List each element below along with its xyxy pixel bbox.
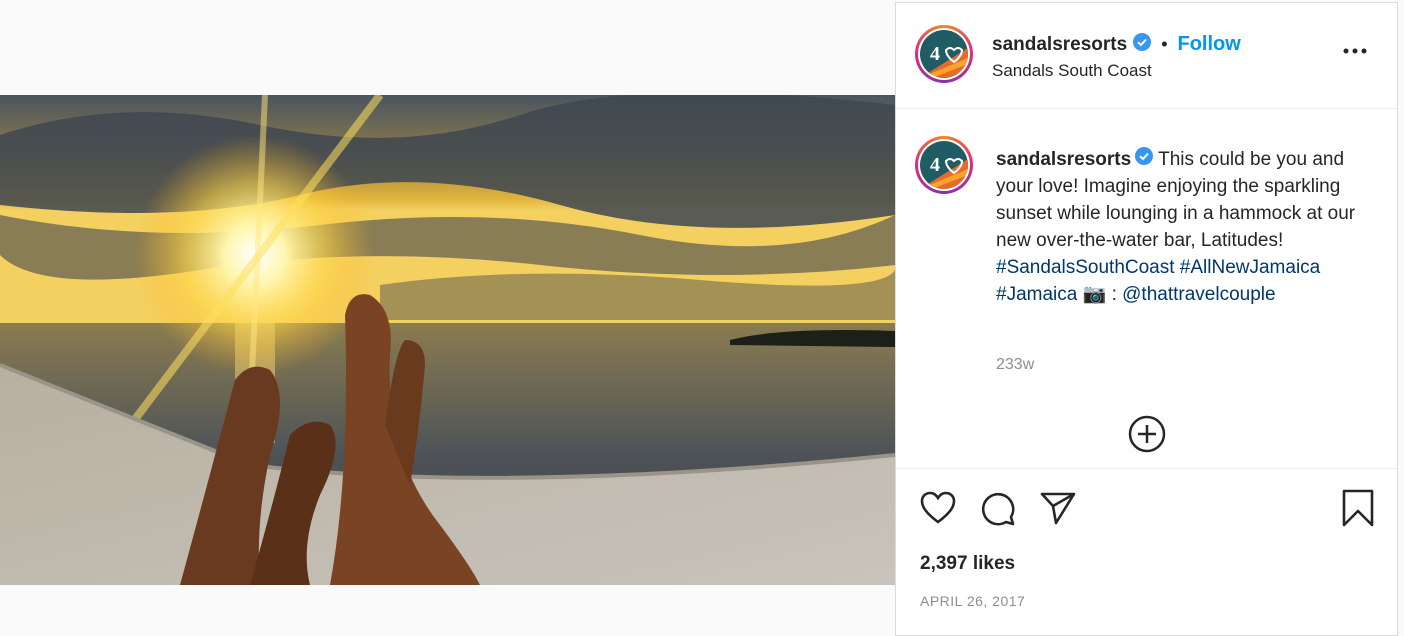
svg-text:4: 4 xyxy=(930,154,940,176)
hashtag-link[interactable]: #Jamaica xyxy=(996,284,1077,305)
post-side-panel: 4 sandalsresorts • Follow Sandals South … xyxy=(895,2,1398,636)
sunset-photo xyxy=(0,95,895,585)
post-header: 4 sandalsresorts • Follow Sandals South … xyxy=(896,3,1397,109)
instagram-post: 4 sandalsresorts • Follow Sandals South … xyxy=(0,0,1400,636)
post-photo[interactable] xyxy=(0,95,895,585)
separator-dot: • xyxy=(1161,34,1168,54)
paper-plane-icon[interactable] xyxy=(1040,491,1076,530)
post-caption-area: 4 sandalsresorts This could be you and y… xyxy=(896,110,1397,468)
svg-text:4: 4 xyxy=(930,43,940,65)
heart-icon[interactable] xyxy=(920,491,956,530)
post-location[interactable]: Sandals South Coast xyxy=(992,61,1152,81)
follow-button[interactable]: Follow xyxy=(1178,33,1241,56)
bookmark-icon[interactable] xyxy=(1342,489,1374,532)
caption-username[interactable]: sandalsresorts xyxy=(996,149,1131,170)
hashtag-link[interactable]: #AllNewJamaica xyxy=(1180,257,1320,278)
caption-text: sandalsresorts This could be you and you… xyxy=(996,146,1386,308)
post-actions: 2,397 likes APRIL 26, 2017 xyxy=(896,468,1397,636)
caption-avatar[interactable]: 4 xyxy=(915,136,973,194)
profile-avatar[interactable]: 4 xyxy=(915,25,973,83)
verified-badge-icon xyxy=(1133,33,1152,56)
camera-emoji: 📷 xyxy=(1082,284,1107,306)
caption-timestamp[interactable]: 233w xyxy=(996,356,1034,374)
header-username[interactable]: sandalsresorts xyxy=(992,34,1127,56)
hashtag-link[interactable]: #SandalsSouthCoast xyxy=(996,257,1175,278)
add-circle-icon[interactable] xyxy=(1128,415,1166,458)
comment-bubble-icon[interactable] xyxy=(980,491,1016,532)
sandals-logo: 4 xyxy=(920,30,968,78)
header-username-row: sandalsresorts • Follow xyxy=(992,33,1241,56)
verified-badge-icon xyxy=(1135,146,1154,173)
post-date[interactable]: APRIL 26, 2017 xyxy=(920,593,1025,609)
mention-link[interactable]: @thattravelcouple xyxy=(1122,284,1275,305)
credit-separator: : xyxy=(1111,284,1117,306)
likes-count[interactable]: 2,397 likes xyxy=(920,553,1015,575)
post-media xyxy=(0,0,895,636)
sandals-logo: 4 xyxy=(920,141,968,189)
more-options-icon[interactable] xyxy=(1343,41,1367,59)
